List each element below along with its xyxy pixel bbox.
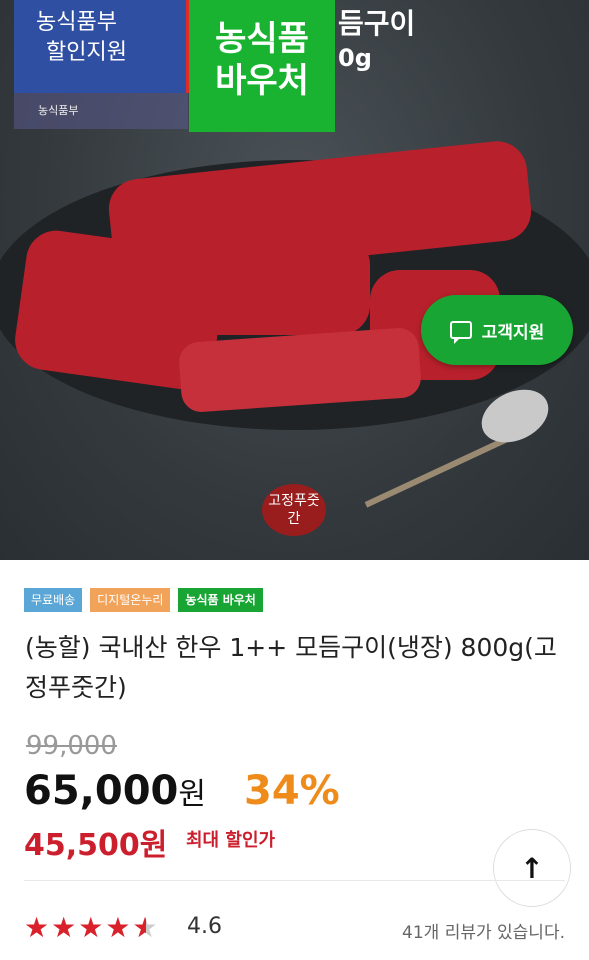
brand-seal: 농식품부 xyxy=(14,93,188,129)
half-star-icon: ★ xyxy=(132,910,157,946)
scroll-to-top-button[interactable]: ↑ xyxy=(493,829,571,907)
customer-support-button[interactable]: 고객지원 xyxy=(421,295,573,365)
sale-price: 65,000원 xyxy=(24,768,206,814)
image-caption: 듬구이 xyxy=(338,7,416,40)
star-icon: ★ xyxy=(51,911,77,944)
discount-support-badge: 농식품부 할인지원 xyxy=(14,0,186,93)
badge-line: 농식품부 xyxy=(36,10,117,35)
voucher-badge: 농식품 바우처 xyxy=(189,0,335,132)
chat-icon xyxy=(449,321,472,344)
rating-value: 4.6 xyxy=(187,914,222,939)
badge-line: 할인지원 xyxy=(46,40,127,65)
tag-list: 무료배송 디지털온누리 농식품 바우처 xyxy=(24,588,263,612)
star-icon: ★ xyxy=(105,911,131,944)
badge-line: 농식품 xyxy=(215,19,309,59)
tag-digital-onnuri: 디지털온누리 xyxy=(90,588,171,612)
star-icon: ★ xyxy=(24,911,50,944)
tag-voucher: 농식품 바우처 xyxy=(178,588,263,612)
product-image: 고정푸줏간 농식품부 할인지원 농식품 바우처 듬구이 0g 농식품부 xyxy=(0,0,589,560)
max-discount-price: 45,500원 xyxy=(24,828,168,863)
sale-price-number: 65,000 xyxy=(24,768,179,814)
max-discount-label: 최대 할인가 xyxy=(186,830,276,851)
original-price: 99,000 xyxy=(26,731,117,761)
sale-price-unit: 원 xyxy=(178,777,206,812)
image-caption-weight: 0g xyxy=(338,44,372,72)
star-icon: ★ xyxy=(78,911,104,944)
discount-rate: 34% xyxy=(244,768,340,814)
brand-stamp: 고정푸줏간 xyxy=(262,484,326,536)
tag-free-shipping: 무료배송 xyxy=(24,588,83,612)
divider xyxy=(24,880,565,881)
star-rating: ★ ★ ★ ★ ★ xyxy=(24,910,158,946)
badge-line: 바우처 xyxy=(215,61,309,101)
product-title: (농할) 국내산 한우 1++ 모듬구이(냉장) 800g(고정푸줏간) xyxy=(25,633,557,702)
review-count-link[interactable]: 41개 리뷰가 있습니다. xyxy=(402,918,565,943)
customer-support-label: 고객지원 xyxy=(481,322,545,343)
